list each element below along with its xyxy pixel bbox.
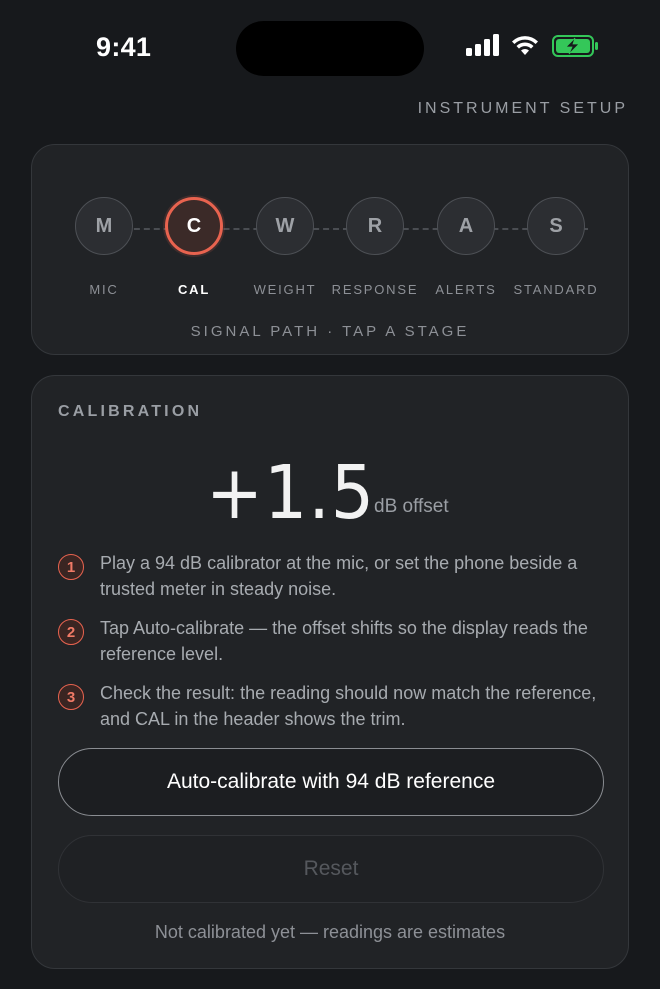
wifi-icon bbox=[512, 36, 538, 55]
status-time: 9:41 bbox=[96, 32, 152, 62]
reset-button[interactable]: Reset bbox=[58, 835, 604, 903]
status-bar: 9:41 bbox=[0, 0, 660, 96]
offset-readout: +1.5 dB offset bbox=[32, 450, 628, 536]
step-text: Play a 94 dB calibrator at the mic, or s… bbox=[100, 553, 578, 599]
calibration-title: CALIBRATION bbox=[58, 403, 203, 420]
auto-calibrate-button[interactable]: Auto-calibrate with 94 dB reference bbox=[58, 748, 604, 816]
calibration-card: CALIBRATION +1.5 dB offset 1 Play a 94 d… bbox=[31, 375, 629, 969]
stage-weight[interactable]: W WEIGHT bbox=[240, 197, 330, 297]
signal-path-hint: SIGNAL PATH · TAP A STAGE bbox=[190, 323, 470, 340]
stage-label: RESPONSE bbox=[331, 282, 419, 297]
stage-label: WEIGHT bbox=[253, 282, 317, 297]
cellular-signal-icon bbox=[466, 34, 499, 56]
stage-circle: R bbox=[346, 197, 404, 255]
stage-cal[interactable]: C CAL bbox=[149, 197, 239, 297]
stage-label: STANDARD bbox=[513, 282, 599, 297]
step-number-badge: 3 bbox=[58, 684, 84, 710]
stage-circle: A bbox=[437, 197, 495, 255]
stage-alerts[interactable]: A ALERTS bbox=[421, 197, 511, 297]
calibration-status-note: Not calibrated yet — readings are estima… bbox=[154, 922, 506, 942]
stage-label: CAL bbox=[177, 282, 211, 297]
step-text: Tap Auto-calibrate — the offset shifts s… bbox=[100, 618, 588, 664]
stage-standard[interactable]: S STANDARD bbox=[511, 197, 601, 297]
section-label-instrument-setup: INSTRUMENT SETUP bbox=[417, 100, 628, 117]
stage-response[interactable]: R RESPONSE bbox=[330, 197, 420, 297]
list-item: 2 Tap Auto-calibrate — the offset shifts… bbox=[58, 615, 602, 667]
stage-circle: C bbox=[165, 197, 223, 255]
dynamic-island bbox=[236, 21, 424, 76]
battery-charging-icon bbox=[552, 35, 598, 57]
stage-circle: S bbox=[527, 197, 585, 255]
step-number-badge: 1 bbox=[58, 554, 84, 580]
offset-unit: dB offset bbox=[374, 496, 449, 517]
stage-circle: M bbox=[75, 197, 133, 255]
stage-label: MIC bbox=[89, 282, 119, 297]
list-item: 1 Play a 94 dB calibrator at the mic, or… bbox=[58, 550, 602, 602]
stage-label: ALERTS bbox=[435, 282, 497, 297]
stage-mic[interactable]: M MIC bbox=[59, 197, 149, 297]
calibration-steps: 1 Play a 94 dB calibrator at the mic, or… bbox=[58, 550, 602, 745]
signal-path-card: M MIC C CAL W WEIGHT R RESPONSE A ALERTS… bbox=[31, 144, 629, 355]
step-number-badge: 2 bbox=[58, 619, 84, 645]
stage-circle: W bbox=[256, 197, 314, 255]
step-text: Check the result: the reading should now… bbox=[100, 683, 597, 729]
offset-value: +1.5 bbox=[206, 450, 376, 536]
list-item: 3 Check the result: the reading should n… bbox=[58, 680, 602, 732]
